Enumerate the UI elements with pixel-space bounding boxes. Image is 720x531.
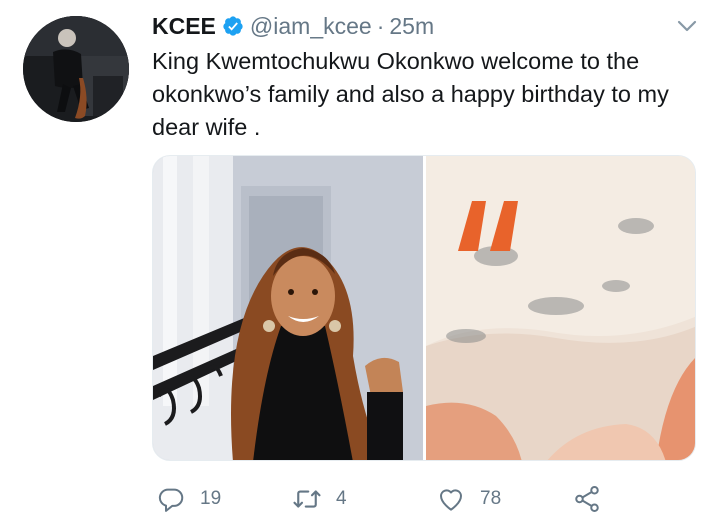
reply-count: 19 [200, 488, 222, 509]
author-display-name[interactable]: KCEE [152, 13, 216, 40]
author-handle[interactable]: @iam_kcee [250, 13, 372, 40]
tweet-timestamp[interactable]: 25m [389, 13, 434, 40]
like-count: 78 [480, 488, 502, 509]
tweet-header: KCEE @iam_kcee · 25m [152, 11, 434, 41]
media-photo-woman[interactable] [153, 156, 423, 460]
media-photo-baby[interactable] [425, 156, 695, 460]
chevron-down-icon[interactable] [677, 19, 697, 35]
share-icon [575, 486, 599, 512]
media-grid[interactable] [152, 155, 696, 461]
separator-dot: · [376, 12, 385, 39]
share-button[interactable] [572, 479, 602, 519]
verified-badge-icon [223, 16, 243, 36]
retweet-button[interactable]: 4 [292, 479, 347, 519]
reply-icon [158, 488, 184, 512]
tweet-actions: 19 4 78 [152, 479, 622, 519]
author-avatar[interactable] [23, 16, 129, 122]
tweet-text: King Kwemtochukwu Okonkwo welcome to the… [152, 48, 669, 140]
retweet-icon [293, 490, 321, 508]
heart-icon [440, 489, 462, 511]
retweet-count: 4 [336, 488, 347, 509]
reply-button[interactable]: 19 [156, 479, 221, 519]
tweet[interactable]: KCEE @iam_kcee · 25m King Kwemtochukwu O… [0, 0, 720, 531]
like-button[interactable]: 78 [436, 479, 501, 519]
